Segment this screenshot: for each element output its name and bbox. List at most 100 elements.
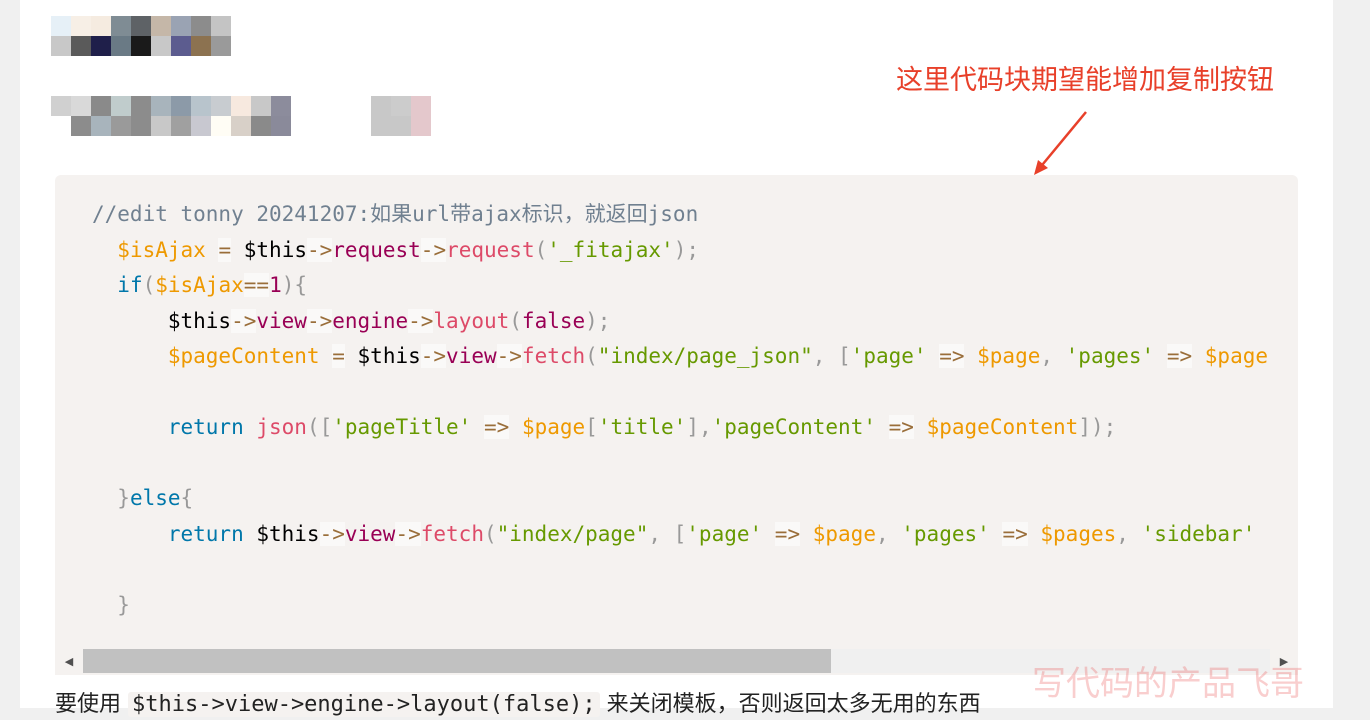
mosaic-pixel bbox=[271, 116, 291, 136]
code-token: == bbox=[243, 273, 270, 297]
code-token: '_fitajax' bbox=[547, 237, 674, 262]
code-token: $isAjax bbox=[117, 237, 206, 262]
code-token: $pageContent bbox=[167, 344, 320, 368]
mosaic-pixel bbox=[191, 96, 211, 116]
code-token: 'page' bbox=[850, 344, 927, 368]
mosaic-pixel bbox=[131, 16, 151, 36]
inline-code: $this->view->engine->layout(false); bbox=[128, 692, 600, 717]
code-token: $isAjax bbox=[155, 273, 244, 297]
pixelated-heading bbox=[51, 96, 291, 136]
code-token: -> bbox=[319, 521, 345, 546]
mosaic-pixel bbox=[271, 96, 291, 116]
mosaic-pixel bbox=[71, 16, 91, 36]
scroll-thumb[interactable] bbox=[83, 649, 831, 673]
mosaic-pixel bbox=[211, 96, 231, 116]
paragraph: 要使用 $this->view->engine->layout(false); … bbox=[55, 690, 981, 720]
mosaic-pixel bbox=[411, 116, 431, 136]
mosaic-pixel bbox=[51, 96, 71, 116]
mosaic-pixel bbox=[91, 96, 111, 116]
mosaic-pixel bbox=[51, 116, 71, 136]
code-token: ], bbox=[686, 415, 712, 439]
code-block[interactable]: //edit tonny 20241207:如果url带ajax标识，就返回js… bbox=[55, 175, 1298, 675]
code-token: view bbox=[446, 344, 497, 368]
code-token: => bbox=[1166, 344, 1193, 368]
code-token: -> bbox=[395, 521, 421, 546]
mosaic-pixel bbox=[151, 116, 171, 136]
mosaic-pixel bbox=[111, 96, 131, 116]
code-line: $this->view->engine->layout(false); bbox=[92, 304, 1268, 340]
annotation-text: 这里代码块期望能增加复制按钮 bbox=[896, 65, 1274, 96]
mosaic-pixel bbox=[191, 36, 211, 56]
code-token: false bbox=[521, 308, 586, 333]
mosaic-pixel bbox=[371, 96, 391, 116]
code-token: return bbox=[167, 415, 244, 439]
code-token: ){ bbox=[281, 273, 308, 297]
code-token: $this bbox=[92, 308, 232, 333]
mosaic-pixel bbox=[91, 36, 111, 56]
code-token: return bbox=[167, 521, 244, 546]
mosaic-pixel bbox=[411, 96, 431, 116]
code-token: 'title' bbox=[597, 415, 687, 439]
mosaic-pixel bbox=[51, 16, 71, 36]
mosaic-pixel bbox=[391, 96, 411, 116]
code-line: $isAjax = $this->request->request('_fita… bbox=[92, 233, 1268, 269]
code-token: = bbox=[218, 237, 232, 262]
code-token: , bbox=[875, 521, 902, 546]
code-token: view bbox=[344, 521, 396, 546]
mosaic-pixel bbox=[251, 116, 271, 136]
code-token: $page bbox=[812, 521, 876, 546]
mosaic-pixel bbox=[211, 36, 231, 56]
code-line: return $this->view->fetch("index/page", … bbox=[92, 517, 1268, 553]
mosaic-pixel bbox=[211, 16, 231, 36]
code-token: [ bbox=[585, 415, 598, 439]
code-token: => bbox=[774, 521, 801, 546]
mosaic-pixel bbox=[191, 116, 211, 136]
code-token: json bbox=[256, 415, 307, 439]
code-token: , bbox=[1116, 521, 1142, 546]
mosaic-pixel bbox=[131, 116, 151, 136]
code-token: fetch bbox=[521, 344, 586, 368]
code-token: -> bbox=[231, 308, 257, 333]
code-token: -> bbox=[420, 237, 447, 262]
code-token: $pages bbox=[1040, 521, 1117, 546]
mosaic-pixel bbox=[391, 116, 411, 136]
code-content[interactable]: //edit tonny 20241207:如果url带ajax标识，就返回js… bbox=[92, 197, 1268, 623]
code-token: 'page' bbox=[686, 521, 763, 546]
code-token: ( bbox=[509, 308, 522, 333]
code-token: ( bbox=[483, 521, 497, 546]
scroll-left-arrow-icon[interactable]: ◀ bbox=[55, 649, 83, 673]
code-token: => bbox=[483, 415, 510, 439]
code-line: if($isAjax==1){ bbox=[92, 268, 1268, 304]
code-token: -> bbox=[496, 344, 522, 368]
code-token: => bbox=[1002, 521, 1028, 546]
code-token: $page bbox=[977, 344, 1041, 368]
mosaic-pixel bbox=[91, 116, 111, 136]
code-token: } bbox=[117, 486, 130, 510]
mosaic-pixel bbox=[231, 96, 251, 116]
code-line: $pageContent = $this->view->fetch("index… bbox=[92, 339, 1268, 375]
code-token: -> bbox=[408, 308, 434, 333]
code-token: } bbox=[117, 592, 130, 617]
code-token: => bbox=[888, 415, 914, 439]
mosaic-pixel bbox=[171, 16, 191, 36]
paragraph-text-after: 来关闭模板，否则返回太多无用的东西 bbox=[599, 692, 981, 717]
code-token: else bbox=[129, 486, 181, 510]
code-token: , [ bbox=[812, 344, 851, 368]
code-token: engine bbox=[332, 308, 409, 333]
code-token: fetch bbox=[420, 521, 484, 546]
code-token: ); bbox=[673, 237, 699, 262]
code-token: view bbox=[256, 308, 307, 333]
pixelated-title bbox=[51, 16, 231, 56]
